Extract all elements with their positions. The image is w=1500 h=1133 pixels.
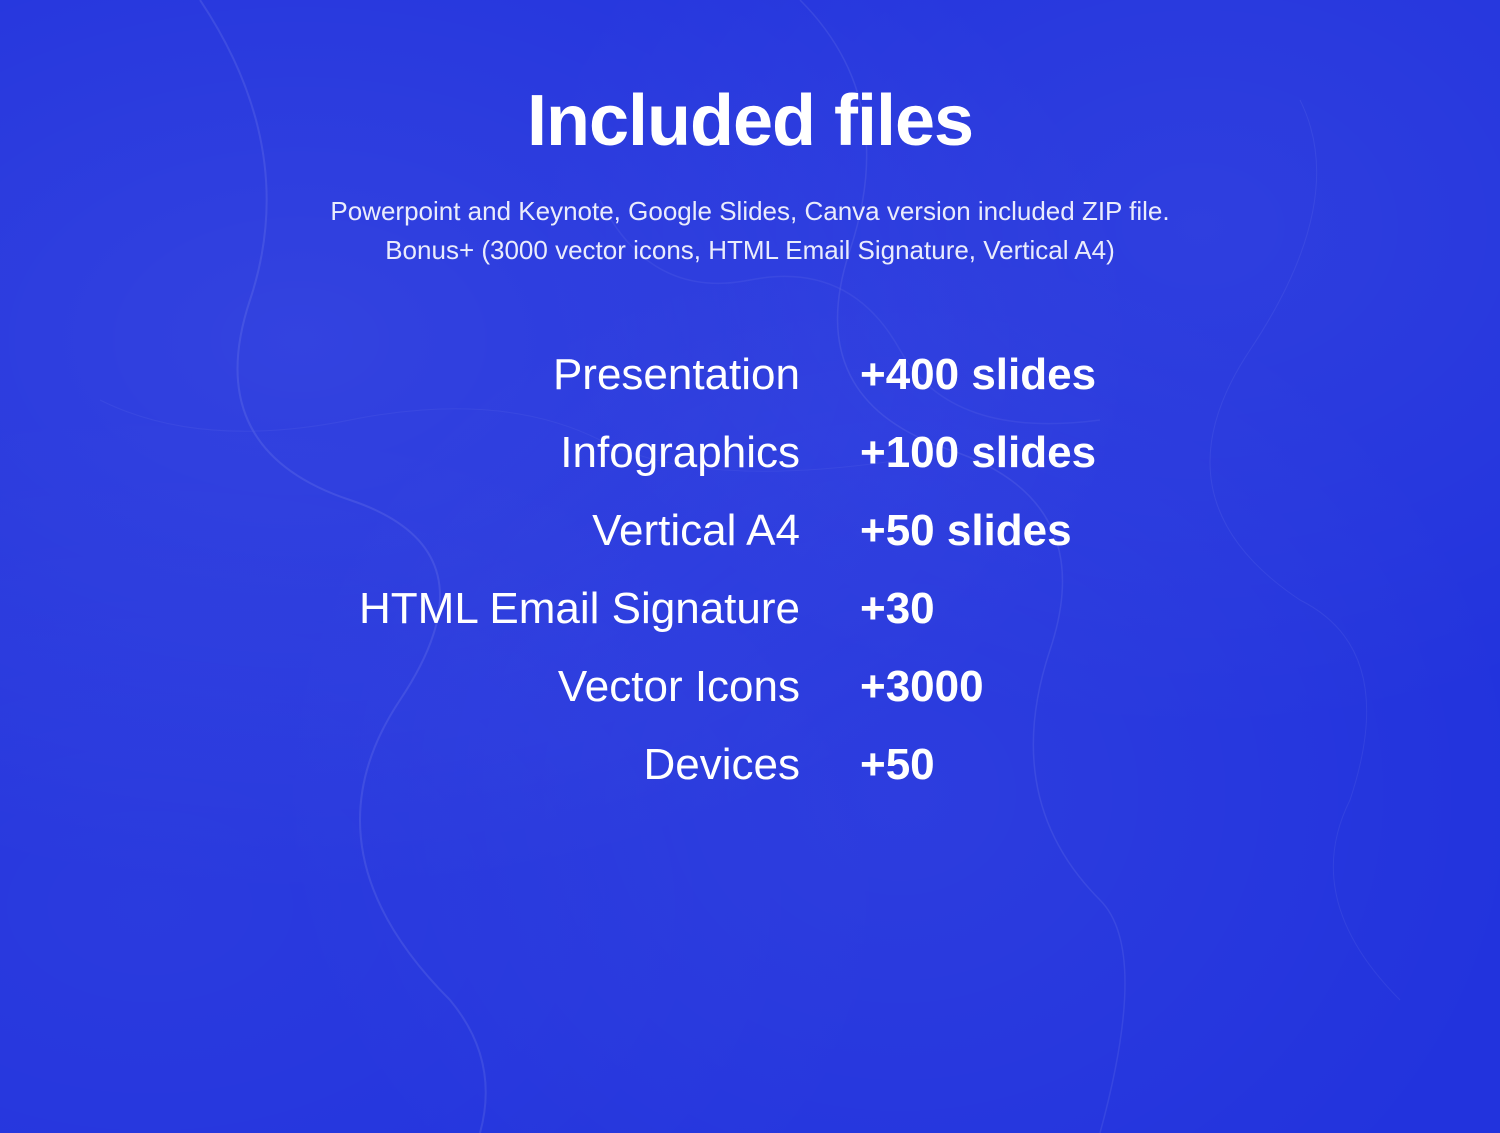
subtitle-line2: Bonus+ (3000 vector icons, HTML Email Si… [385,235,1115,265]
page-title: Included files [527,80,973,162]
file-value: +50 slides [860,506,1200,556]
file-label: Devices [300,740,860,790]
file-label: HTML Email Signature [300,584,860,634]
table-row: Devices+50 [300,740,1200,790]
file-value: +30 [860,584,1200,634]
main-content: Included files Powerpoint and Keynote, G… [0,80,1500,790]
subtitle-text: Powerpoint and Keynote, Google Slides, C… [330,192,1169,270]
file-value: +100 slides [860,428,1200,478]
file-value: +50 [860,740,1200,790]
subtitle-line1: Powerpoint and Keynote, Google Slides, C… [330,196,1169,226]
table-row: Vector Icons+3000 [300,662,1200,712]
file-value: +3000 [860,662,1200,712]
file-label: Infographics [300,428,860,478]
files-table: Presentation+400 slidesInfographics+100 … [300,350,1200,790]
file-label: Vector Icons [300,662,860,712]
file-value: +400 slides [860,350,1200,400]
table-row: Presentation+400 slides [300,350,1200,400]
table-row: Infographics+100 slides [300,428,1200,478]
file-label: Presentation [300,350,860,400]
file-label: Vertical A4 [300,506,860,556]
page-background: Included files Powerpoint and Keynote, G… [0,0,1500,1133]
table-row: Vertical A4+50 slides [300,506,1200,556]
table-row: HTML Email Signature+30 [300,584,1200,634]
